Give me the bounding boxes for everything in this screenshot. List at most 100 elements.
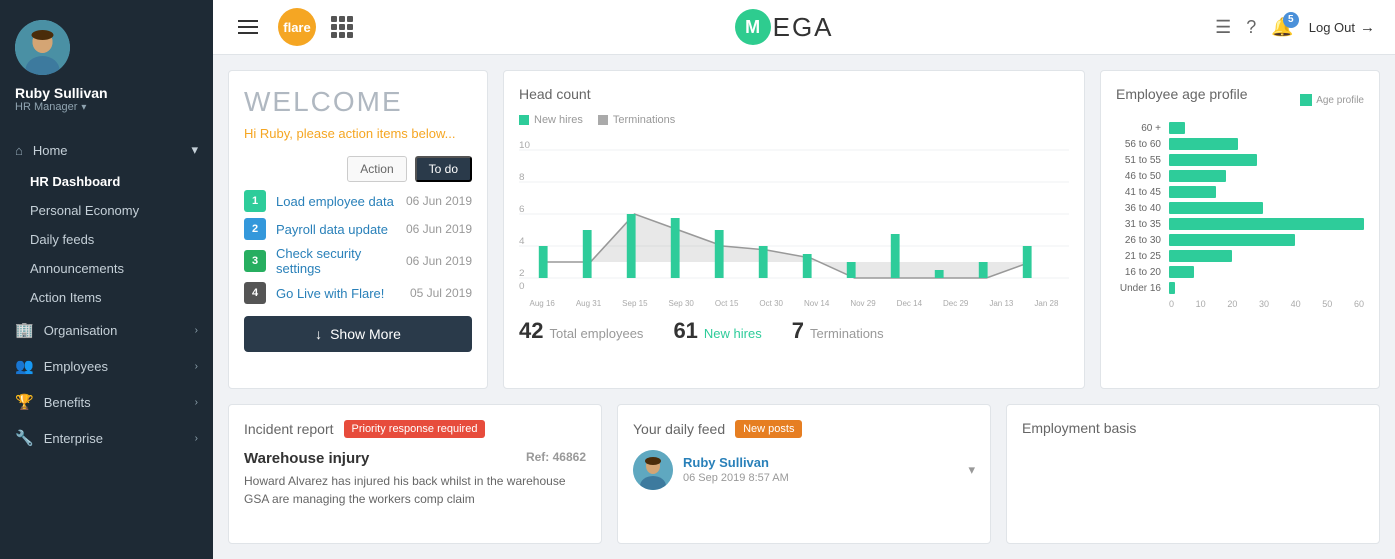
- topbar-center: M EGA: [353, 9, 1215, 45]
- action-date-1: 06 Jun 2019: [406, 194, 472, 208]
- stat-terminations: 7 Terminations: [792, 318, 884, 344]
- legend-new-hires: New hires: [519, 114, 583, 126]
- sidebar-item-hr-dashboard[interactable]: HR Dashboard: [15, 167, 213, 196]
- age-bar-fill: [1169, 218, 1364, 230]
- employees-caret-icon: ›: [195, 361, 198, 372]
- grid-apps-icon[interactable]: [331, 16, 353, 38]
- incident-badge: Priority response required: [344, 420, 486, 438]
- legend-teal-dot: [519, 115, 529, 125]
- age-profile-panel: Employee age profile Age profile 60 + 56…: [1100, 70, 1380, 389]
- age-bar-fill: [1169, 154, 1257, 166]
- main-content: flare M EGA ☰ ? 🔔 5 Log Out →: [213, 0, 1395, 559]
- action-text-3[interactable]: Check security settings: [276, 246, 396, 276]
- sidebar-item-personal-economy[interactable]: Personal Economy: [15, 196, 213, 225]
- show-more-button[interactable]: ↓ Show More: [244, 316, 472, 352]
- welcome-panel: WELCOME Hi Ruby, please action items bel…: [228, 70, 488, 389]
- home-caret-icon: ▾: [191, 142, 198, 158]
- todo-tab[interactable]: To do: [415, 156, 472, 182]
- age-bar-row: 46 to 50: [1116, 170, 1364, 182]
- employment-title: Employment basis: [1022, 420, 1364, 436]
- headcount-title: Head count: [519, 86, 1069, 102]
- age-label: 46 to 50: [1116, 171, 1161, 182]
- mega-text: EGA: [773, 12, 834, 43]
- bottom-row: Incident report Priority response requir…: [228, 404, 1380, 545]
- age-bar-row: 21 to 25: [1116, 250, 1364, 262]
- age-bar-row: 16 to 20: [1116, 266, 1364, 278]
- incident-header: Incident report Priority response requir…: [244, 420, 586, 438]
- age-bar-fill: [1169, 202, 1263, 214]
- enterprise-caret-icon: ›: [195, 433, 198, 444]
- action-list: 1 Load employee data 06 Jun 2019 2 Payro…: [244, 190, 472, 304]
- chart-legend: New hires Terminations: [519, 114, 1069, 126]
- topbar-right: ☰ ? 🔔 5 Log Out →: [1215, 17, 1375, 38]
- hamburger-menu[interactable]: [233, 15, 263, 39]
- help-icon[interactable]: ?: [1246, 17, 1256, 38]
- organisation-icon: 🏢: [15, 321, 34, 339]
- headcount-panel: Head count New hires Terminations: [503, 70, 1085, 389]
- age-bar-fill: [1169, 234, 1295, 246]
- employees-icon: 👥: [15, 357, 34, 375]
- show-more-arrow-icon: ↓: [315, 326, 322, 342]
- sidebar-item-daily-feeds[interactable]: Daily feeds: [15, 225, 213, 254]
- mega-logo: M EGA: [735, 9, 834, 45]
- stat-total: 42 Total employees: [519, 318, 643, 344]
- age-label: 36 to 40: [1116, 203, 1161, 214]
- sidebar-item-action-items[interactable]: Action Items: [15, 283, 213, 312]
- action-num-4: 4: [244, 282, 266, 304]
- action-item: 1 Load employee data 06 Jun 2019: [244, 190, 472, 212]
- age-bar-fill: [1169, 282, 1175, 294]
- sidebar: Ruby Sullivan HR Manager ▾ ⌂ Home ▾ HR D…: [0, 0, 213, 559]
- age-label: 56 to 60: [1116, 139, 1161, 150]
- age-bar-fill: [1169, 250, 1232, 262]
- logout-button[interactable]: Log Out →: [1309, 19, 1375, 36]
- sidebar-item-benefits[interactable]: 🏆 Benefits ›: [0, 384, 213, 420]
- sidebar-item-employees[interactable]: 👥 Employees ›: [0, 348, 213, 384]
- age-bar-fill: [1169, 266, 1194, 278]
- sidebar-item-home[interactable]: ⌂ Home ▾: [0, 133, 213, 167]
- welcome-title: WELCOME: [244, 86, 472, 118]
- age-bar-row: Under 16: [1116, 282, 1364, 294]
- action-text-1[interactable]: Load employee data: [276, 194, 396, 209]
- sidebar-navigation: ⌂ Home ▾ HR Dashboard Personal Economy D…: [0, 128, 213, 559]
- age-bar-row: 60 +: [1116, 122, 1364, 134]
- age-bars: 60 + 56 to 60 51 to 55 46 to 50 41 to 45…: [1116, 122, 1364, 294]
- benefits-caret-icon: ›: [195, 397, 198, 408]
- daily-feed-badge: New posts: [735, 420, 802, 438]
- age-bar-fill: [1169, 170, 1226, 182]
- sidebar-profile: Ruby Sullivan HR Manager ▾: [0, 0, 213, 128]
- age-profile-title: Employee age profile: [1116, 86, 1248, 102]
- age-label: 31 to 35: [1116, 219, 1161, 230]
- user-role[interactable]: HR Manager ▾: [15, 101, 86, 113]
- action-item: 3 Check security settings 06 Jun 2019: [244, 246, 472, 276]
- enterprise-icon: 🔧: [15, 429, 34, 447]
- list-icon[interactable]: ☰: [1215, 17, 1231, 38]
- age-bar-container: [1169, 250, 1364, 262]
- age-bar-row: 31 to 35: [1116, 218, 1364, 230]
- action-text-2[interactable]: Payroll data update: [276, 222, 396, 237]
- sidebar-item-enterprise[interactable]: 🔧 Enterprise ›: [0, 420, 213, 456]
- action-text-4[interactable]: Go Live with Flare!: [276, 286, 400, 301]
- stat-new-hires: 61 New hires: [673, 318, 761, 344]
- avatar-image: [15, 20, 70, 75]
- organisation-caret-icon: ›: [195, 325, 198, 336]
- notification-button[interactable]: 🔔 5: [1271, 17, 1293, 38]
- age-label: 16 to 20: [1116, 267, 1161, 278]
- benefits-icon: 🏆: [15, 393, 34, 411]
- sidebar-item-organisation[interactable]: 🏢 Organisation ›: [0, 312, 213, 348]
- action-tab[interactable]: Action: [347, 156, 406, 182]
- incident-panel: Incident report Priority response requir…: [228, 404, 602, 545]
- age-bar-fill: [1169, 138, 1238, 150]
- home-sub-menu: HR Dashboard Personal Economy Daily feed…: [0, 167, 213, 312]
- age-profile-legend: Age profile: [1300, 94, 1364, 106]
- flare-logo[interactable]: flare: [278, 8, 316, 46]
- logout-arrow-icon: →: [1360, 19, 1375, 36]
- action-num-1: 1: [244, 190, 266, 212]
- feed-expand-button[interactable]: ▾: [968, 462, 975, 478]
- sidebar-item-announcements[interactable]: Announcements: [15, 254, 213, 283]
- action-date-3: 06 Jun 2019: [406, 254, 472, 268]
- svg-text:8: 8: [519, 172, 525, 182]
- feed-avatar: [633, 450, 673, 490]
- home-icon: ⌂: [15, 143, 23, 158]
- employment-panel: Employment basis: [1006, 404, 1380, 545]
- age-bar-row: 41 to 45: [1116, 186, 1364, 198]
